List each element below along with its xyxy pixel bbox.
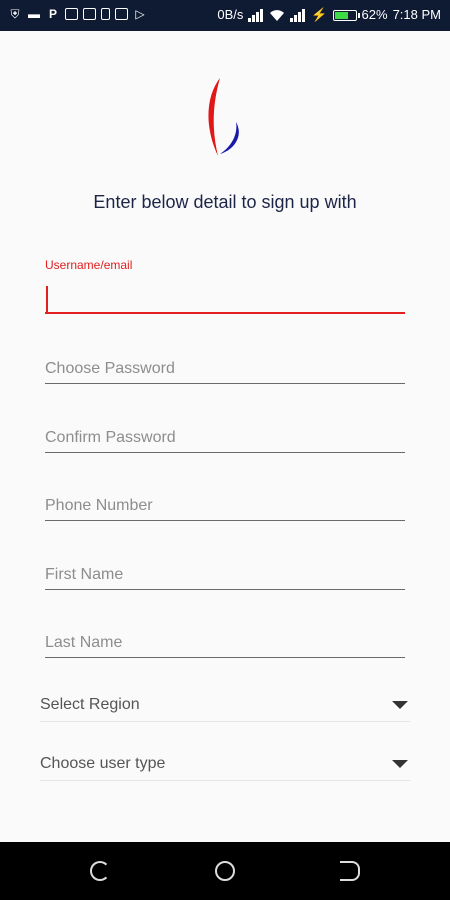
first-name-input[interactable]	[45, 560, 405, 590]
clock: 7:18 PM	[392, 7, 441, 22]
shield-icon: ⛨	[10, 7, 20, 21]
battery-percent: 62%	[361, 7, 388, 22]
username-field: Username/email	[45, 258, 405, 320]
last-name-input[interactable]	[45, 628, 405, 658]
password-field	[45, 354, 405, 388]
chevron-down-icon	[392, 701, 408, 709]
play-icon: ▷	[135, 7, 145, 21]
username-input[interactable]	[45, 284, 405, 314]
region-select[interactable]: Select Region	[40, 688, 410, 722]
battery-icon	[332, 9, 360, 21]
region-select-label: Select Region	[40, 696, 140, 713]
signal-icon-2	[290, 8, 306, 22]
phone-input[interactable]	[45, 491, 405, 521]
notification-icons: ⛨ ▬ P ▷	[8, 7, 147, 21]
page-subtitle: Enter below detail to sign up with	[93, 192, 357, 212]
last-name-field	[45, 628, 405, 662]
phone-field	[45, 491, 405, 525]
user-type-select[interactable]: Choose user type	[40, 747, 410, 781]
chevron-down-icon	[392, 760, 408, 768]
network-speed: 0B/s	[217, 7, 244, 22]
media-icon	[83, 8, 96, 20]
image-icon	[65, 8, 78, 20]
home-icon[interactable]	[215, 861, 235, 881]
navigation-bar	[0, 842, 450, 900]
first-name-field	[45, 560, 405, 594]
username-label: Username/email	[45, 258, 133, 272]
parking-icon: P	[48, 7, 57, 21]
back-icon[interactable]	[340, 861, 360, 881]
status-bar: ⛨ ▬ P ▷ 0B/s ⚡ 62% 7:18 PM	[0, 0, 450, 31]
charging-icon: ⚡	[311, 7, 328, 22]
confirm-password-input[interactable]	[45, 423, 405, 453]
signal-icon	[248, 8, 264, 22]
photo-icon	[115, 8, 128, 20]
user-type-select-label: Choose user type	[40, 755, 166, 772]
wifi-icon	[270, 9, 285, 21]
password-input[interactable]	[45, 354, 405, 384]
message-icon: ▬	[28, 7, 40, 21]
brand-logo	[208, 78, 239, 156]
phone-icon	[101, 8, 110, 20]
confirm-password-field	[45, 423, 405, 457]
recent-apps-icon[interactable]	[90, 861, 110, 881]
